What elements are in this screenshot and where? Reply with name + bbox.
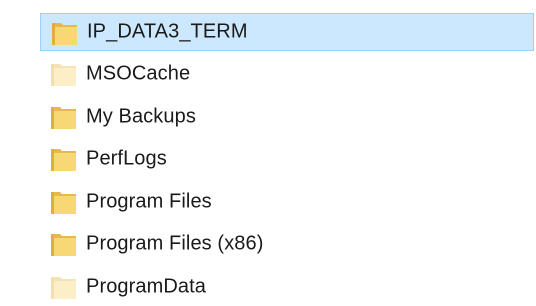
item-label: My Backups [86, 105, 196, 128]
folder-icon [51, 20, 79, 46]
item-label: Program Files (x86) [86, 232, 264, 255]
folder-icon [50, 104, 78, 130]
item-label: IP_DATA3_TERM [87, 20, 248, 43]
list-item-program-files[interactable]: Program Files [40, 183, 534, 221]
item-label: Program Files [86, 190, 212, 213]
list-item-my-backups[interactable]: My Backups [40, 98, 534, 136]
folder-icon [50, 61, 78, 87]
folder-icon [50, 231, 78, 257]
list-item-perflogs[interactable]: PerfLogs [40, 140, 534, 178]
list-item-msocache[interactable]: MSOCache [40, 55, 534, 93]
list-item-ip-data3-term[interactable]: IP_DATA3_TERM [40, 13, 534, 51]
item-label: PerfLogs [86, 147, 167, 170]
item-label: MSOCache [86, 62, 191, 85]
list-item-program-files-x86[interactable]: Program Files (x86) [40, 225, 534, 263]
file-list: IP_DATA3_TERM MSOCache My Backups PerfLo… [0, 0, 536, 306]
folder-icon [50, 274, 78, 300]
list-item-programdata[interactable]: ProgramData [40, 268, 534, 306]
folder-icon [50, 189, 78, 215]
folder-icon [50, 146, 78, 172]
item-label: ProgramData [86, 275, 207, 298]
